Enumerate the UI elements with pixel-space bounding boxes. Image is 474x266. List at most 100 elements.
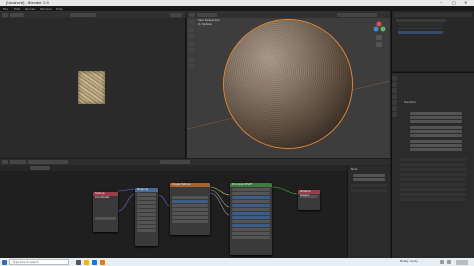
location-y-field[interactable] [410, 116, 462, 119]
sidebar-header: Node [351, 168, 358, 171]
scale-z-field[interactable] [410, 148, 462, 151]
node-header[interactable]: Principled BSDF [230, 183, 272, 187]
blender-icon[interactable] [100, 259, 105, 265]
distribution-dropdown[interactable] [232, 188, 270, 191]
start-icon[interactable] [2, 259, 7, 265]
extension-dropdown[interactable] [172, 212, 208, 215]
custom-properties-panel[interactable] [400, 193, 466, 196]
taskbar-search-input[interactable]: Type here to search [9, 259, 69, 265]
output-tab-icon[interactable] [392, 88, 397, 93]
image-selector[interactable] [70, 12, 96, 17]
tool-tab-icon[interactable] [392, 76, 397, 81]
scale-field[interactable] [137, 225, 156, 228]
outliner-row[interactable] [398, 27, 443, 30]
texture-coordinate-node[interactable]: Texture Coordinate [93, 192, 118, 232]
scene-tab-icon[interactable] [392, 94, 397, 99]
line-art-panel[interactable] [400, 198, 466, 201]
object-tab-icon[interactable] [392, 100, 397, 105]
object-field[interactable] [95, 217, 116, 220]
maximize-icon[interactable]: □ [452, 0, 456, 5]
anisotropic-field[interactable] [232, 228, 270, 231]
modifier-tab-icon[interactable] [392, 106, 397, 111]
relations-panel[interactable] [400, 163, 466, 166]
outliner[interactable] [391, 11, 474, 71]
menu-help[interactable]: Help [56, 7, 63, 11]
node-header[interactable]: Mapping [135, 188, 158, 192]
rotation-field[interactable] [137, 209, 156, 212]
clearcoat-field[interactable] [232, 236, 270, 239]
node-header[interactable]: Texture Coordinate [93, 192, 118, 199]
collections-panel[interactable] [400, 168, 466, 171]
sheen-field[interactable] [232, 232, 270, 235]
view-menu[interactable] [10, 12, 24, 17]
delta-transform-panel[interactable] [400, 158, 466, 161]
location-field[interactable] [137, 205, 156, 208]
mapping-node[interactable]: Mapping [135, 188, 158, 246]
menu-file[interactable]: File [3, 7, 8, 11]
specular-tint-field[interactable] [232, 220, 270, 223]
material-output-node[interactable]: Material Output [298, 190, 320, 210]
subsurface-radius-field[interactable] [232, 204, 270, 207]
color-space-dropdown[interactable] [172, 220, 208, 223]
metallic-field[interactable] [232, 212, 270, 215]
material-tab-icon[interactable] [392, 112, 397, 117]
minimize-icon[interactable]: – [440, 0, 442, 5]
clock[interactable] [456, 259, 468, 265]
file-explorer-icon[interactable] [84, 259, 89, 265]
viewport-display-panel[interactable] [400, 188, 466, 191]
instancing-panel[interactable] [400, 173, 466, 176]
menu-render[interactable]: Render [25, 7, 36, 11]
label-field[interactable] [353, 178, 385, 181]
volume-icon[interactable] [447, 260, 451, 264]
render-tab-icon[interactable] [392, 82, 397, 87]
image-selector[interactable] [172, 196, 208, 199]
rotation-x-field[interactable] [410, 126, 462, 129]
close-icon[interactable]: ✕ [464, 0, 467, 5]
type-dropdown[interactable] [137, 193, 156, 196]
network-icon[interactable] [440, 260, 444, 264]
menu-edit[interactable]: Edit [14, 7, 20, 11]
node-sidebar[interactable]: Node [347, 166, 390, 258]
specular-field[interactable] [232, 216, 270, 219]
scale-field[interactable] [137, 221, 156, 224]
image-texture-node[interactable]: Image Texture [170, 183, 210, 235]
name-field[interactable] [353, 174, 385, 177]
scale-y-field[interactable] [410, 144, 462, 147]
rotation-z-field[interactable] [410, 134, 462, 137]
scale-x-field[interactable] [410, 140, 462, 143]
subsurface-color-field[interactable] [232, 208, 270, 211]
image-name-field[interactable] [172, 200, 208, 203]
task-view-icon[interactable] [76, 259, 81, 265]
editor-type-button[interactable] [2, 12, 8, 17]
location-x-field[interactable] [410, 112, 462, 115]
visibility-panel[interactable] [400, 183, 466, 186]
projection-dropdown[interactable] [172, 208, 208, 211]
menu-window[interactable]: Window [40, 7, 52, 11]
rotation-field[interactable] [137, 213, 156, 216]
interpolation-dropdown[interactable] [172, 204, 208, 207]
base-color-field[interactable] [232, 196, 270, 199]
location-field[interactable] [137, 201, 156, 204]
edge-icon[interactable] [92, 259, 97, 265]
node-header[interactable]: Material Output [298, 190, 320, 197]
source-dropdown[interactable] [172, 216, 208, 219]
properties-panel[interactable] [351, 189, 387, 192]
outliner-row[interactable] [396, 19, 446, 22]
subsurface-field[interactable] [232, 200, 270, 203]
display-options[interactable] [170, 12, 182, 17]
outliner-row[interactable] [398, 23, 443, 26]
rotation-y-field[interactable] [410, 130, 462, 133]
outliner-row-selected[interactable] [398, 31, 443, 34]
rotation-field[interactable] [137, 217, 156, 220]
transform-panel-header[interactable]: Transform [404, 101, 416, 104]
location-z-field[interactable] [410, 120, 462, 123]
node-header[interactable]: Image Texture [170, 183, 210, 187]
location-field[interactable] [137, 197, 156, 200]
color-panel[interactable] [351, 184, 387, 187]
roughness-field[interactable] [232, 224, 270, 227]
scale-field[interactable] [137, 229, 156, 232]
image-editor-header [0, 11, 186, 18]
motion-paths-panel[interactable] [400, 178, 466, 181]
principled-bsdf-node[interactable]: Principled BSDF [230, 183, 272, 255]
subsurface-method-dropdown[interactable] [232, 192, 270, 195]
